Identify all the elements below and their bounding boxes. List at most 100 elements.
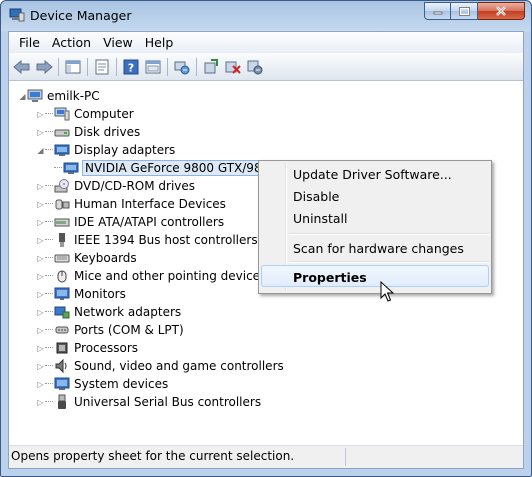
- tree-category-label: Computer: [74, 107, 134, 121]
- tree-connector: [45, 311, 53, 313]
- hid-icon: [54, 196, 70, 212]
- mouse-pointer-icon: [380, 281, 394, 302]
- expand-arrow-icon[interactable]: ▷: [36, 213, 45, 231]
- menu-action[interactable]: Action: [46, 33, 97, 53]
- scan-hardware-icon: [204, 58, 218, 73]
- expand-arrow-icon[interactable]: ▷: [36, 303, 45, 321]
- expand-arrow-icon[interactable]: ▷: [36, 231, 45, 249]
- tree-category-system-devices[interactable]: ▷ System devices: [36, 375, 168, 393]
- maximize-button[interactable]: [451, 2, 478, 20]
- menu-help[interactable]: Help: [139, 33, 180, 53]
- tree-connector: [45, 239, 53, 241]
- tree-category-label: Mice and other pointing devices: [74, 269, 267, 283]
- help-icon: ?: [123, 59, 139, 74]
- expand-arrow-icon[interactable]: ▷: [36, 339, 45, 357]
- computer-icon: [54, 106, 70, 122]
- tree-category-computer[interactable]: ▷ Computer: [36, 105, 134, 123]
- sound-icon: [54, 358, 70, 374]
- tree-category-label: Keyboards: [74, 251, 137, 265]
- collapse-arrow-icon[interactable]: ◢: [36, 141, 45, 159]
- status-separator: [345, 448, 346, 466]
- menu-item-uninstall[interactable]: Uninstall: [293, 211, 348, 226]
- window-title: Device Manager: [30, 8, 132, 23]
- tree-category-ide-controller[interactable]: ▷ IDE ATA/ATAPI controllers: [36, 213, 224, 231]
- processor-icon: [54, 340, 70, 356]
- expand-arrow-icon[interactable]: ▷: [36, 195, 45, 213]
- expand-arrow-icon[interactable]: ▷: [36, 123, 45, 141]
- network-adapter-icon: [54, 304, 70, 320]
- tree-category-network-adapter[interactable]: ▷ Network adapters: [36, 303, 181, 321]
- forward-button[interactable]: [33, 56, 55, 78]
- expand-arrow-icon[interactable]: ▷: [36, 321, 45, 339]
- menu-item-disable[interactable]: Disable: [293, 189, 339, 204]
- tree-connector: [45, 275, 53, 277]
- tree-category-monitor[interactable]: ▷ Monitors: [36, 285, 125, 303]
- expand-arrow-icon[interactable]: ▷: [36, 105, 45, 123]
- help-button[interactable]: ?: [120, 56, 142, 78]
- tree-connector: [45, 383, 53, 385]
- show-hide-tree-button[interactable]: [62, 56, 84, 78]
- monitor-icon: [54, 286, 70, 302]
- tree-category-display-adapter[interactable]: ◢ Display adapters: [36, 141, 175, 159]
- tree-category-disk-drive[interactable]: ▷ Disk drives: [36, 123, 140, 141]
- menu-file[interactable]: File: [13, 33, 46, 53]
- scan-hardware-button[interactable]: [200, 56, 222, 78]
- expand-arrow-icon[interactable]: ▷: [36, 285, 45, 303]
- tree-connector: [45, 401, 53, 403]
- uninstall-device-button[interactable]: [244, 56, 266, 78]
- update-driver-icon: [174, 61, 190, 74]
- disable-device-icon: [225, 61, 241, 74]
- tree-connector: [45, 149, 53, 151]
- tree-category-label: IEEE 1394 Bus host controllers: [74, 233, 258, 247]
- expand-arrow-icon[interactable]: ▷: [36, 357, 45, 375]
- menu-item-properties[interactable]: Properties: [293, 270, 367, 285]
- toolbar-separator: [196, 57, 197, 76]
- ide-controller-icon: [54, 214, 70, 230]
- tree-connector: [45, 365, 53, 367]
- tree-category-port[interactable]: ▷ Ports (COM & LPT): [36, 321, 183, 339]
- tree-device-item[interactable]: NVIDIA GeForce 9800 GTX/9800: [54, 159, 282, 177]
- expand-arrow-icon[interactable]: ▷: [36, 267, 45, 285]
- title-bar[interactable]: Device Manager: [1, 1, 531, 31]
- tree-category-sound[interactable]: ▷ Sound, video and game controllers: [36, 357, 284, 375]
- status-bar: Opens property sheet for the current sel…: [9, 445, 523, 468]
- minimize-button[interactable]: [424, 2, 451, 20]
- tree-category-label: Universal Serial Bus controllers: [74, 395, 262, 409]
- toolbar-separator: [167, 57, 168, 76]
- expand-arrow-icon[interactable]: ▷: [36, 393, 45, 411]
- context-menu-separator: [289, 233, 489, 235]
- close-button[interactable]: [478, 2, 525, 20]
- menu-item-update-driver-software[interactable]: Update Driver Software...: [293, 167, 452, 182]
- properties-icon: [95, 59, 109, 74]
- expand-arrow-icon[interactable]: ▷: [36, 249, 45, 267]
- menu-item-scan-hardware[interactable]: Scan for hardware changes: [293, 241, 464, 256]
- disable-device-button[interactable]: [222, 56, 244, 78]
- expand-arrow-icon[interactable]: ▷: [36, 375, 45, 393]
- tree-category-hid[interactable]: ▷ Human Interface Devices: [36, 195, 226, 213]
- update-driver-button[interactable]: [171, 56, 193, 78]
- tree-category-label: IDE ATA/ATAPI controllers: [74, 215, 225, 229]
- menu-view[interactable]: View: [97, 33, 139, 53]
- properties-button[interactable]: [91, 56, 113, 78]
- tree-category-processor[interactable]: ▷ Processors: [36, 339, 138, 357]
- forward-icon: [36, 59, 53, 74]
- display-adapter-icon: [63, 160, 79, 176]
- tree-category-ieee1394[interactable]: ▷ IEEE 1394 Bus host controllers: [36, 231, 258, 249]
- uninstall-device-icon: [247, 60, 263, 74]
- expand-arrow-icon[interactable]: ▷: [36, 177, 45, 195]
- device-manager-app-icon: [9, 8, 25, 22]
- toolbar-separator: [87, 57, 88, 76]
- back-button[interactable]: [11, 56, 33, 78]
- tree-category-mouse[interactable]: ▷ Mice and other pointing devices: [36, 267, 266, 285]
- tree-category-keyboard[interactable]: ▷ Keyboards: [36, 249, 137, 267]
- tree-category-usb[interactable]: ▷ Universal Serial Bus controllers: [36, 393, 261, 411]
- tree-category-label: Processors: [74, 341, 139, 355]
- view-button[interactable]: [142, 56, 164, 78]
- menu-bar: File Action View Help: [9, 32, 523, 53]
- tree-connector: [45, 203, 53, 205]
- tree-category-dvd-drive[interactable]: ▷ DVD/CD-ROM drives: [36, 177, 195, 195]
- tree-root[interactable]: ◢ emilk-PC: [18, 87, 99, 105]
- maximize-icon: [458, 6, 470, 16]
- toolbar: ?: [9, 53, 523, 81]
- collapse-arrow-icon[interactable]: ◢: [18, 87, 27, 105]
